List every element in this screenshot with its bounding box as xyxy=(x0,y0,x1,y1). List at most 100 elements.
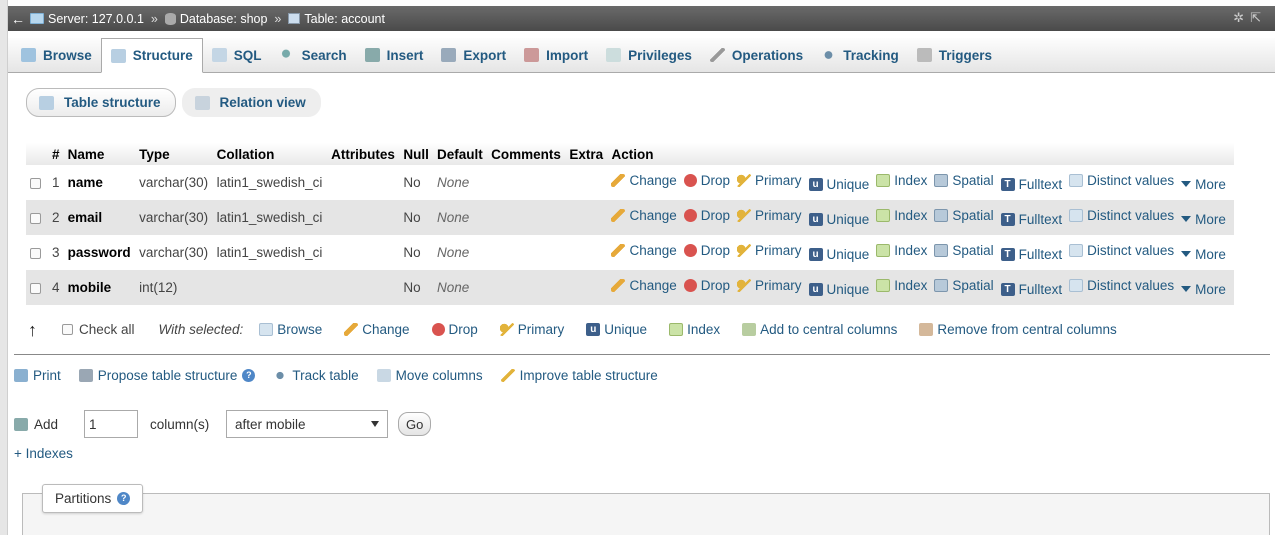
tab-label: Insert xyxy=(386,47,424,63)
row-checkbox[interactable] xyxy=(30,247,41,259)
drop-button[interactable]: Drop xyxy=(683,278,730,293)
spatial-icon xyxy=(934,279,949,292)
tab-import[interactable]: Import xyxy=(515,38,597,72)
go-button[interactable]: Go xyxy=(398,412,432,436)
tab-browse[interactable]: Browse xyxy=(12,38,101,72)
fulltext-button[interactable]: T Fulltext xyxy=(1000,177,1062,192)
spatial-button[interactable]: Spatial xyxy=(934,243,994,258)
check-all-label[interactable]: Check all xyxy=(79,322,135,337)
collapse-arrow-icon[interactable]: ← xyxy=(10,11,26,27)
server-icon xyxy=(30,13,44,24)
row-checkbox[interactable] xyxy=(30,282,41,294)
tab-operations[interactable]: Operations xyxy=(701,38,812,72)
index-button[interactable]: Index xyxy=(876,243,927,258)
arrow-up-icon: ↑ xyxy=(28,319,37,340)
subtab-table-structure[interactable]: Table structure xyxy=(26,88,176,117)
fulltext-button[interactable]: T Fulltext xyxy=(1000,247,1062,262)
primary-button[interactable]: Primary xyxy=(737,278,802,293)
more-button[interactable]: More xyxy=(1181,212,1226,227)
drop-button[interactable]: Drop xyxy=(683,208,730,223)
button-label: Add to central columns xyxy=(760,322,898,337)
bulk-index-button[interactable]: Index xyxy=(669,322,720,337)
spatial-button[interactable]: Spatial xyxy=(934,173,994,188)
fulltext-button[interactable]: T Fulltext xyxy=(1000,212,1062,227)
track-table-link[interactable]: Track table xyxy=(273,368,359,383)
change-button[interactable]: Change xyxy=(611,208,677,223)
drop-button[interactable]: Drop xyxy=(683,173,730,188)
change-button[interactable]: Change xyxy=(611,243,677,258)
help-icon[interactable]: ? xyxy=(117,492,131,505)
tab-tracking[interactable]: Tracking xyxy=(812,38,908,72)
index-button[interactable]: Index xyxy=(876,173,927,188)
table-row[interactable]: 1 name varchar(30) latin1_swedish_ci No None C… xyxy=(26,165,1234,200)
unique-button[interactable]: u Unique xyxy=(808,177,869,192)
link-label: Track table xyxy=(292,368,359,383)
breadcrumb-server[interactable]: Server: 127.0.0.1 xyxy=(48,12,144,26)
cell-num: 2 xyxy=(48,200,64,235)
unique-button[interactable]: u Unique xyxy=(808,212,869,227)
primary-button[interactable]: Primary xyxy=(737,173,802,188)
check-all-checkbox[interactable] xyxy=(62,324,73,335)
column-position-select[interactable]: after mobile xyxy=(226,410,388,438)
bulk-drop-button[interactable]: Drop xyxy=(431,322,478,337)
cell-num: 3 xyxy=(48,235,64,270)
row-checkbox[interactable] xyxy=(30,177,41,189)
propose-structure-link[interactable]: Propose table structure? xyxy=(78,368,256,383)
tab-insert[interactable]: Insert xyxy=(356,38,433,72)
row-checkbox[interactable] xyxy=(30,212,41,224)
tab-privileges[interactable]: Privileges xyxy=(597,38,701,72)
bulk-browse-button[interactable]: Browse xyxy=(259,322,322,337)
spatial-button[interactable]: Spatial xyxy=(934,278,994,293)
subtab-relation-view[interactable]: Relation view xyxy=(181,88,321,117)
action-label: Distinct values xyxy=(1087,173,1175,188)
more-button[interactable]: More xyxy=(1181,247,1226,262)
distinct-values-button[interactable]: Distinct values xyxy=(1069,173,1174,188)
index-icon xyxy=(876,279,891,292)
column-count-input[interactable] xyxy=(84,410,138,438)
move-columns-link[interactable]: Move columns xyxy=(376,368,483,383)
action-label: Change xyxy=(629,208,677,223)
cell-default: None xyxy=(433,200,488,235)
table-row[interactable]: 3 password varchar(30) latin1_swedish_ci No N… xyxy=(26,235,1234,270)
spatial-button[interactable]: Spatial xyxy=(934,208,994,223)
primary-button[interactable]: Primary xyxy=(737,208,802,223)
table-row[interactable]: 2 email varchar(30) latin1_swedish_ci No None… xyxy=(26,200,1234,235)
bulk-add-central-button[interactable]: Add to central columns xyxy=(742,322,897,337)
breadcrumb-table[interactable]: Table: account xyxy=(304,12,385,26)
table-row[interactable]: 4 mobile int(12) No None Change Drop Primary u Un… xyxy=(26,270,1234,305)
settings-icon[interactable]: ✲⇱ xyxy=(1233,10,1267,26)
print-link[interactable]: Print xyxy=(14,368,61,383)
improve-structure-link[interactable]: Improve table structure xyxy=(500,368,658,383)
tab-structure[interactable]: Structure xyxy=(100,38,203,73)
tab-export[interactable]: Export xyxy=(432,38,515,72)
tab-triggers[interactable]: Triggers xyxy=(908,38,1001,72)
more-button[interactable]: More xyxy=(1181,177,1226,192)
distinct-values-button[interactable]: Distinct values xyxy=(1069,278,1174,293)
tab-label: Triggers xyxy=(938,47,992,63)
index-button[interactable]: Index xyxy=(876,278,927,293)
more-button[interactable]: More xyxy=(1181,282,1226,297)
unique-button[interactable]: u Unique xyxy=(808,282,869,297)
help-icon[interactable]: ? xyxy=(242,369,256,382)
bulk-remove-central-button[interactable]: Remove from central columns xyxy=(919,322,1117,337)
change-button[interactable]: Change xyxy=(611,173,677,188)
row-select-cell xyxy=(26,235,48,270)
header-name: Name xyxy=(63,143,136,165)
unique-button[interactable]: u Unique xyxy=(808,247,869,262)
primary-button[interactable]: Primary xyxy=(737,243,802,258)
distinct-values-button[interactable]: Distinct values xyxy=(1069,208,1174,223)
bulk-primary-button[interactable]: Primary xyxy=(499,322,564,337)
change-button[interactable]: Change xyxy=(611,278,677,293)
bulk-unique-button[interactable]: u Unique xyxy=(586,322,647,337)
index-button[interactable]: Index xyxy=(876,208,927,223)
tab-sql[interactable]: SQL xyxy=(203,38,271,72)
breadcrumb-database[interactable]: Database: shop xyxy=(180,12,268,26)
action-label: Index xyxy=(894,208,928,223)
tab-search[interactable]: Search xyxy=(271,38,356,72)
bulk-change-button[interactable]: Change xyxy=(344,322,410,337)
distinct-values-button[interactable]: Distinct values xyxy=(1069,243,1174,258)
indexes-toggle-link[interactable]: + Indexes xyxy=(14,446,73,461)
chevron-down-icon xyxy=(1181,181,1192,187)
fulltext-button[interactable]: T Fulltext xyxy=(1000,282,1062,297)
drop-button[interactable]: Drop xyxy=(683,243,730,258)
